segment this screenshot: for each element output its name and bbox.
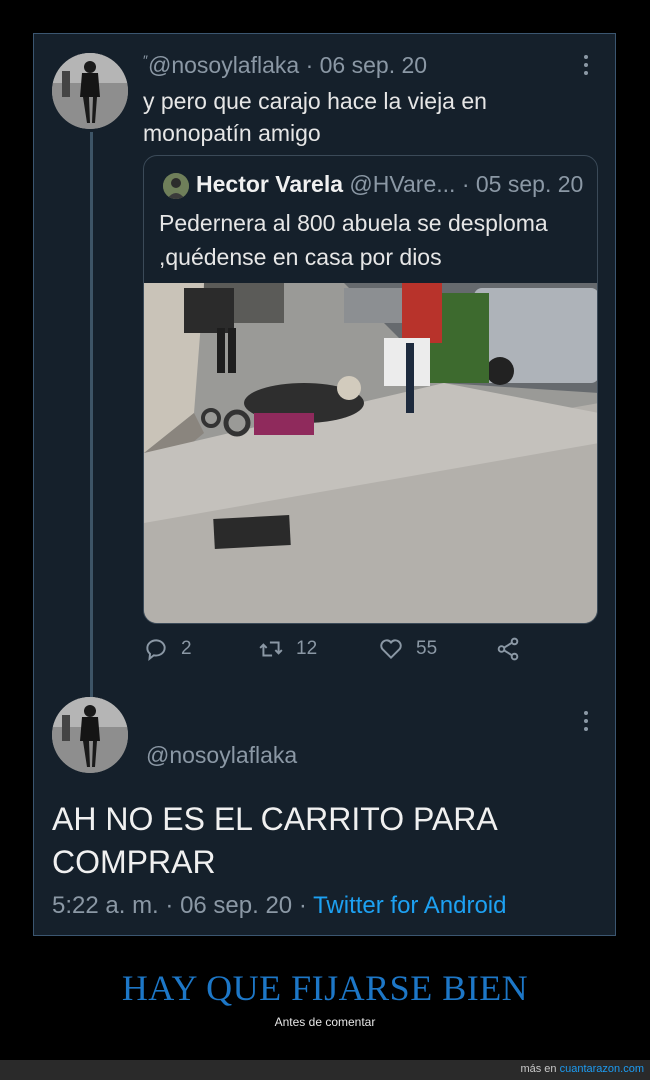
- reply-date[interactable]: 06 sep. 20: [180, 892, 292, 919]
- reply-text: AH NO ES EL CARRITO PARA COMPRAR: [52, 801, 496, 880]
- quote-handle[interactable]: @HVare...: [349, 171, 455, 197]
- tweet-handle[interactable]: @nosoylaflaka: [148, 52, 299, 78]
- tweet-actions: 2 12 55: [143, 636, 543, 668]
- caption-title: HAY QUE FIJARSE BIEN: [121, 968, 529, 1008]
- quote-avatar[interactable]: [163, 173, 189, 199]
- quote-date[interactable]: 05 sep. 20: [476, 171, 583, 197]
- share-button[interactable]: [495, 636, 533, 662]
- tweet-header: ″@nosoylaflaka · 06 sep. 20: [143, 52, 428, 78]
- quoted-tweet[interactable]: Hector Varela @HVare... · 05 sep. 20 Ped…: [143, 155, 598, 624]
- share-icon: [497, 637, 519, 661]
- reply-button[interactable]: 2: [143, 636, 192, 662]
- reply-count: 2: [181, 638, 192, 659]
- heart-icon: [380, 639, 402, 660]
- quote-header: Hector Varela @HVare... · 05 sep. 20: [196, 171, 584, 197]
- reply-handle[interactable]: @nosoylaflaka: [146, 742, 297, 769]
- caption-subtitle: Antes de comentar: [274, 1015, 376, 1029]
- retweet-icon: [259, 641, 283, 657]
- tweet-date[interactable]: 06 sep. 20: [320, 52, 427, 78]
- footer-prefix: más en: [520, 1063, 557, 1075]
- reply-icon: [146, 639, 166, 661]
- avatar[interactable]: [52, 697, 128, 773]
- avatar[interactable]: [52, 53, 128, 129]
- like-button[interactable]: 55: [378, 636, 437, 662]
- footer-bar: más en cuantarazon.com: [0, 1060, 650, 1080]
- retweet-count: 12: [296, 638, 318, 659]
- more-menu-icon[interactable]: [580, 711, 592, 735]
- retweet-button[interactable]: 12: [258, 636, 317, 662]
- tweet-text: y pero que carajo hace la vieja en monop…: [143, 88, 487, 146]
- reply-meta: 5:22 a. m. · 06 sep. 20 · Twitter for An…: [52, 892, 507, 919]
- thread-line: [90, 132, 93, 700]
- reply-time[interactable]: 5:22 a. m.: [52, 892, 159, 919]
- source-link[interactable]: Twitter for Android: [313, 892, 506, 919]
- quote-text: Pedernera al 800 abuela se desploma ,qué…: [159, 210, 548, 270]
- more-menu-icon[interactable]: [580, 55, 592, 79]
- quote-photo[interactable]: [144, 283, 597, 623]
- quote-name[interactable]: Hector Varela: [196, 171, 343, 197]
- like-count: 55: [416, 638, 438, 659]
- footer-text: más en cuantarazon.com: [520, 1063, 644, 1075]
- site-link[interactable]: cuantarazon.com: [560, 1063, 644, 1075]
